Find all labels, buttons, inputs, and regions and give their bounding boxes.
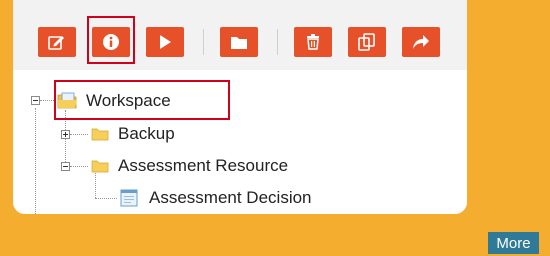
toolbar-separator bbox=[203, 29, 204, 55]
tree-guide-line bbox=[35, 108, 36, 214]
tree-node-backup[interactable]: Backup bbox=[118, 124, 175, 144]
toolbar-separator bbox=[277, 29, 278, 55]
play-icon bbox=[160, 35, 171, 49]
share-icon bbox=[413, 35, 429, 49]
trash-icon bbox=[307, 34, 319, 50]
workspace-collapse-toggle[interactable] bbox=[31, 96, 40, 105]
toolbar bbox=[13, 0, 467, 70]
copy-button[interactable] bbox=[348, 27, 386, 57]
tree-guide-line bbox=[95, 171, 96, 198]
delete-button[interactable] bbox=[294, 27, 332, 57]
tree-node-assessment-decision[interactable]: Assessment Decision bbox=[149, 188, 312, 208]
edit-button[interactable] bbox=[38, 27, 76, 57]
document-icon bbox=[120, 189, 138, 207]
run-button[interactable] bbox=[146, 27, 184, 57]
tree-guide-line bbox=[70, 134, 88, 135]
edit-icon bbox=[48, 36, 64, 50]
folder-button[interactable] bbox=[220, 27, 258, 57]
share-button[interactable] bbox=[402, 27, 440, 57]
workspace-tree: Workspace Backup Assessment Resource Ass… bbox=[13, 70, 467, 214]
copy-icon bbox=[358, 33, 375, 51]
assessment-resource-collapse-toggle[interactable] bbox=[61, 162, 70, 171]
tree-node-assessment-resource[interactable]: Assessment Resource bbox=[118, 156, 288, 176]
explorer-panel: Workspace Backup Assessment Resource Ass… bbox=[13, 0, 467, 214]
tree-guide-line bbox=[95, 198, 117, 199]
info-button-highlight bbox=[87, 16, 135, 64]
folder-icon bbox=[91, 128, 109, 141]
tree-guide-line bbox=[70, 166, 88, 167]
folder-icon bbox=[231, 36, 247, 49]
tree-guide-line bbox=[40, 100, 54, 101]
more-button[interactable]: More bbox=[488, 232, 539, 254]
workspace-highlight bbox=[54, 80, 230, 120]
backup-expand-toggle[interactable] bbox=[61, 130, 70, 139]
folder-icon bbox=[91, 160, 109, 173]
